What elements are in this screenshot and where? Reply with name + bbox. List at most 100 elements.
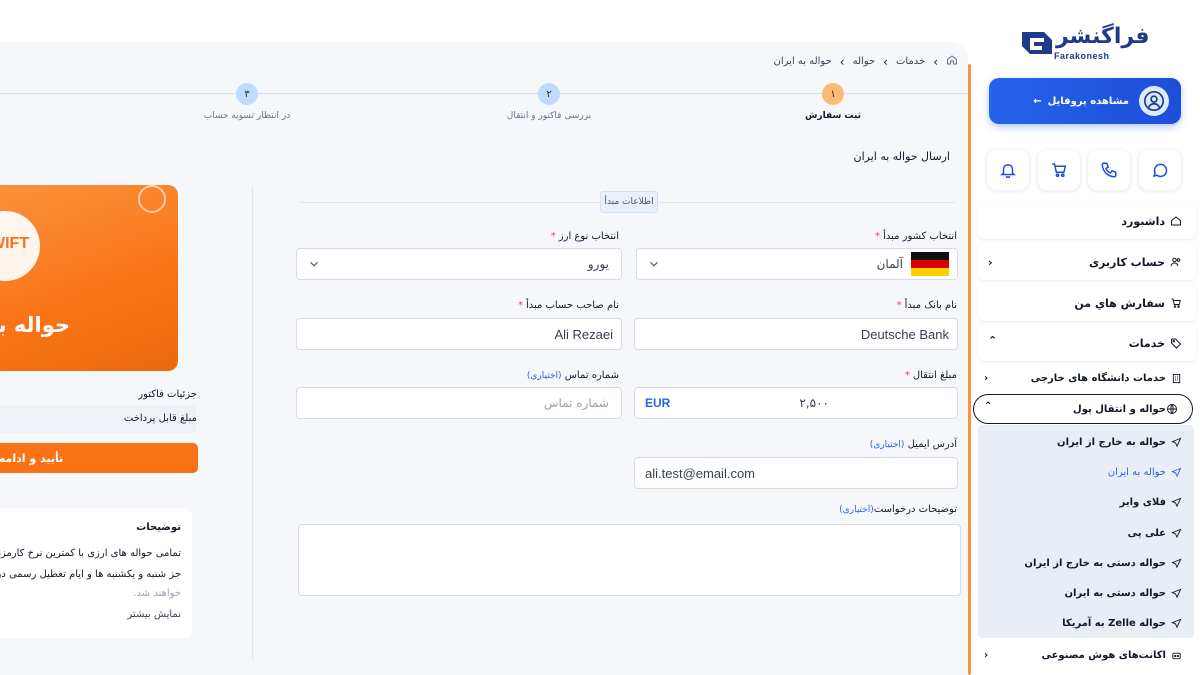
sidebar-item-money-transfer[interactable]: حواله و انتقال پول ⌃	[973, 394, 1193, 424]
amount-currency: EUR	[645, 396, 671, 410]
email-input[interactable]: ali.test@email.com	[634, 457, 958, 489]
phone-input[interactable]: شماره تماس	[296, 387, 622, 419]
description-line-3: خواهند شد.	[133, 588, 181, 599]
view-profile-button[interactable]: مشاهده پروفایل ←	[989, 78, 1181, 124]
phone-placeholder: شماره تماس	[543, 396, 609, 410]
currency-select[interactable]: یورو	[296, 248, 622, 280]
chevron-down-icon	[310, 261, 318, 267]
scrollbar[interactable]	[968, 64, 971, 675]
submenu-item[interactable]: حواله دستی به خارج از ایران	[980, 549, 1196, 577]
description-line-1: تمامی حواله های ارزی با کمترین نرخ کارمز…	[0, 548, 181, 559]
submenu-item-active[interactable]: حواله به ایران	[980, 458, 1196, 486]
submenu-item[interactable]: فلای وایر	[980, 488, 1196, 516]
swift-banner: WIFT حواله به	[0, 185, 178, 371]
home-icon	[1171, 216, 1181, 226]
banner-title: حواله به	[0, 313, 71, 337]
user-avatar-icon	[1139, 86, 1169, 116]
bank-value: Deutsche Bank	[860, 326, 949, 342]
tag-icon	[1171, 338, 1182, 349]
sidebar-item-universities[interactable]: خدمات دانشگاه های خارجی ‹	[980, 364, 1196, 392]
submenu-item[interactable]: حواله به خارج از ایران	[980, 428, 1196, 456]
notes-textarea[interactable]	[298, 524, 961, 596]
submenu-item[interactable]: حواله Zelle به آمریکا	[980, 609, 1196, 637]
send-icon	[1171, 467, 1182, 477]
step-1-number: ۱	[822, 83, 844, 105]
sidebar-item-orders[interactable]: سفارش هاي من	[978, 285, 1196, 321]
send-icon	[1171, 558, 1182, 568]
send-icon	[1171, 528, 1182, 538]
send-icon	[1171, 618, 1182, 628]
chevron-left-icon: ‹	[839, 54, 845, 69]
origin-country-select[interactable]: آلمان	[636, 248, 958, 280]
origin-country-label: انتخاب کشور مبدأ*	[875, 231, 957, 242]
sidebar-item-dashboard[interactable]: داشبورد	[978, 203, 1196, 239]
globe-icon	[1167, 404, 1177, 414]
submenu-item[interactable]: حواله دستی به ایران	[980, 579, 1196, 607]
show-more-link[interactable]: نمایش بیشتر	[127, 609, 181, 620]
payable-label: مبلغ قابل پرداخت	[123, 413, 197, 424]
currency-value: یورو	[587, 257, 609, 271]
holder-label: نام صاحب حساب مبدأ*	[517, 300, 619, 311]
send-icon	[1171, 437, 1182, 447]
send-icon	[1171, 497, 1182, 507]
invoice-details-label: جزئیات فاکتور	[138, 389, 197, 400]
chat-icon[interactable]	[1139, 150, 1181, 190]
logo-mark-icon	[1022, 32, 1052, 54]
bank-input[interactable]: Deutsche Bank	[634, 318, 958, 350]
submenu-item[interactable]: علی پی	[980, 519, 1196, 547]
building-icon	[1172, 373, 1181, 383]
description-line-2: جز شنبه و یکشنبه ها و ایام تعطیل رسمی در…	[0, 569, 181, 580]
chevron-left-icon: ‹	[984, 372, 989, 384]
sidebar-item-ai-accounts[interactable]: اکانت‌های هوش مصنوعی ‹	[980, 641, 1196, 669]
amount-label: مبلغ انتقال*	[904, 370, 957, 381]
sidebar-item-services[interactable]: خدمات ⌃	[978, 325, 1196, 361]
description-title: توضیحات	[136, 522, 181, 533]
step-3-label: در انتظار تسویه حساب	[203, 111, 291, 121]
amount-value: ۲,۵۰۰	[799, 396, 829, 410]
page-title: ارسال حواله به ایران	[853, 150, 951, 163]
arrow-left-icon: ←	[1033, 95, 1042, 107]
email-label: آدرس ایمیل (اختیاری)	[869, 439, 957, 450]
step-3-number: ۳	[236, 83, 258, 105]
send-icon	[1171, 588, 1182, 598]
cart-icon[interactable]	[1038, 150, 1080, 190]
chevron-left-icon: ‹	[988, 256, 993, 269]
step-1-label: ثبت سفارش	[804, 111, 862, 121]
currency-label: انتخاب نوع ارز*	[550, 231, 619, 242]
column-divider	[252, 186, 253, 660]
chevron-left-icon: ‹	[933, 54, 938, 69]
amount-input[interactable]: ۲,۵۰۰ EUR	[634, 387, 958, 419]
robot-icon	[1172, 652, 1181, 659]
cart-icon	[1171, 298, 1181, 308]
origin-country-value: آلمان	[876, 257, 903, 271]
chevron-left-icon: ‹	[883, 54, 888, 69]
email-value: ali.test@email.com	[645, 465, 756, 481]
holder-value: Ali Rezaei	[554, 326, 613, 342]
phone-label: شماره تماس (اختیاری)	[526, 370, 619, 381]
farakonesh-logo[interactable]: فراگنشر Farakonesh	[1020, 24, 1150, 66]
breadcrumb-current: حواله به ایران	[773, 56, 832, 67]
bank-label: نام بانک مبدأ*	[896, 300, 957, 311]
breadcrumb-services[interactable]: خدمات	[896, 56, 925, 67]
chevron-up-icon: ⌃	[984, 401, 993, 412]
bell-icon[interactable]	[987, 150, 1029, 190]
germany-flag-icon	[911, 252, 949, 276]
swift-text: WIFT	[0, 235, 30, 252]
breadcrumb: ‹ خدمات ‹ حواله ‹ حواله به ایران	[774, 54, 958, 69]
chevron-up-icon: ⌃	[988, 334, 998, 347]
notes-label: توضیحات درخواست(اختیاری)	[839, 504, 957, 515]
logo-text: فراگنشر	[1056, 24, 1150, 49]
users-icon	[1170, 257, 1181, 267]
logo-subtext: Farakonesh	[1054, 51, 1110, 61]
holder-input[interactable]: Ali Rezaei	[296, 318, 622, 350]
phone-icon[interactable]	[1088, 150, 1130, 190]
home-icon[interactable]	[946, 54, 958, 69]
chevron-left-icon: ‹	[984, 649, 989, 661]
sidebar-item-account[interactable]: حساب کاربری ‹	[978, 244, 1196, 280]
description-card: توضیحات تمامی حواله های ارزی با کمترین ن…	[0, 508, 192, 638]
chevron-down-icon	[650, 261, 658, 267]
confirm-button[interactable]: تأیید و ادامه پ	[0, 443, 198, 473]
breadcrumb-remittance[interactable]: حواله	[853, 56, 876, 67]
globe-icon	[138, 185, 166, 213]
step-2-number: ۲	[538, 83, 560, 105]
